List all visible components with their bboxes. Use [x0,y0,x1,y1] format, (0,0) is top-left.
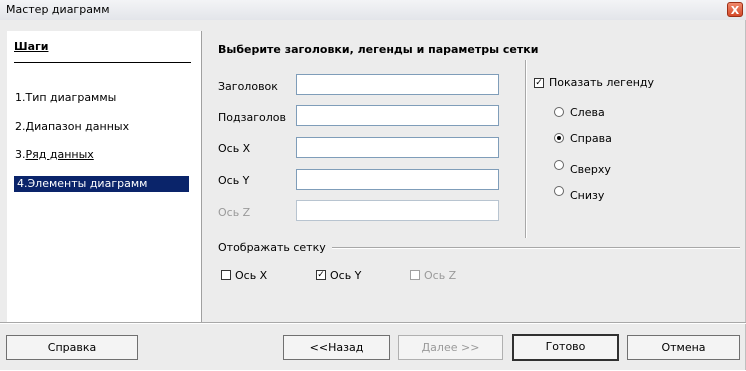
step-number: 3. [15,148,26,161]
step-label: Ряд данных [25,148,94,161]
buttons-separator [0,322,746,324]
step-number: 2. [15,120,26,133]
close-icon: X [730,4,740,17]
back-button[interactable]: <<Назад [283,335,390,360]
step-chart-type[interactable]: 1.Тип диаграммы [15,91,116,104]
step-number: 1. [15,91,26,104]
help-button[interactable]: Справка [6,335,138,360]
grid-divider [332,247,740,249]
grid-y-checkbox[interactable]: ✓ [316,270,326,280]
y-axis-input[interactable] [296,169,499,190]
step-data-series[interactable]: 3.Ряд данных [15,148,94,161]
step-chart-elements[interactable]: 4.Элементы диаграмм [14,176,189,192]
steps-title: Шаги [14,40,49,53]
step-label: Диапазон данных [25,120,130,133]
legend-top-radio[interactable] [554,160,564,170]
grid-z-checkbox [410,270,420,280]
grid-z-label: Ось Z [424,269,457,282]
title-label: Заголовок [218,80,278,93]
close-button[interactable]: X [727,2,743,17]
window-title: Мастер диаграмм [6,3,110,16]
next-button: Далее >> [398,335,503,360]
x-axis-label: Ось X [218,142,251,155]
subtitle-input[interactable] [296,105,499,126]
step-number: 4. [17,177,28,190]
steps-divider [14,62,191,63]
subtitle-label: Подзаголов [218,111,286,124]
grid-x-label: Ось X [235,269,268,282]
z-axis-input [296,200,499,221]
section-header: Выберите заголовки, легенды и параметры … [218,43,539,56]
step-label: Элементы диаграмм [27,177,148,190]
legend-left-label: Слева [570,106,605,119]
window-titlebar [0,0,746,21]
grid-x-checkbox[interactable] [221,270,231,280]
legend-right-label: Справа [570,132,612,145]
legend-bottom-radio[interactable] [554,186,564,196]
y-axis-label: Ось Y [218,174,250,187]
legend-right-radio[interactable] [554,133,564,143]
step-data-range[interactable]: 2.Диапазон данных [15,120,129,133]
z-axis-label: Ось Z [218,206,251,219]
x-axis-input[interactable] [296,137,499,158]
legend-bottom-label: Снизу [570,189,605,202]
legend-separator [525,60,527,238]
show-legend-label: Показать легенду [549,76,655,89]
legend-left-radio[interactable] [554,107,564,117]
grid-y-label: Ось Y [330,269,362,282]
finish-button[interactable]: Готово [512,334,619,361]
title-input[interactable] [296,74,499,95]
grid-title: Отображать сетку [218,241,326,254]
cancel-button[interactable]: Отмена [627,335,740,360]
show-legend-checkbox[interactable]: ✓ [534,78,544,88]
legend-top-label: Сверху [570,163,611,176]
step-label: Тип диаграммы [25,91,117,104]
